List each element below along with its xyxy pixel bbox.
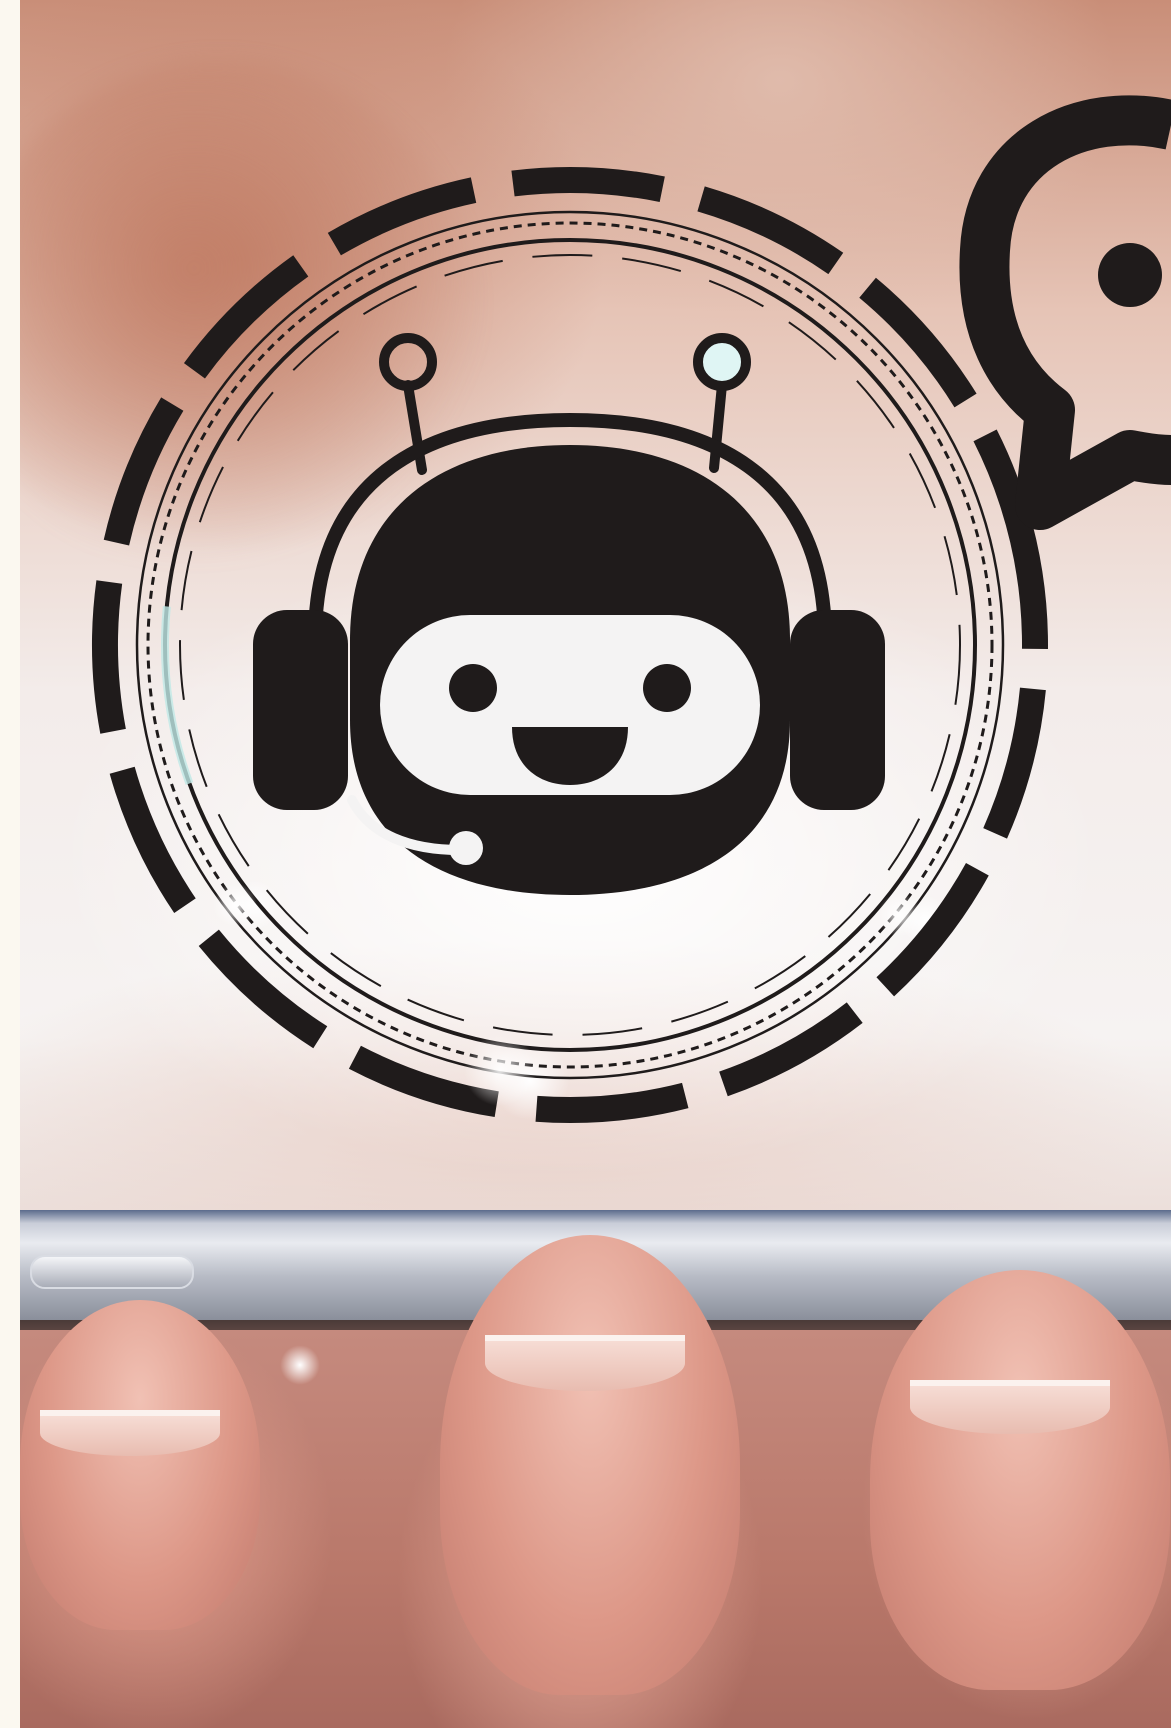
glow-spot [878, 893, 922, 937]
chatbot-icon [253, 333, 885, 895]
glow-spot [464, 1034, 536, 1106]
speech-bubble-icon [959, 95, 1171, 530]
glow-spot [213, 883, 257, 927]
icon-overlay [92, 95, 1171, 1123]
photo-scene [0, 0, 1171, 1728]
